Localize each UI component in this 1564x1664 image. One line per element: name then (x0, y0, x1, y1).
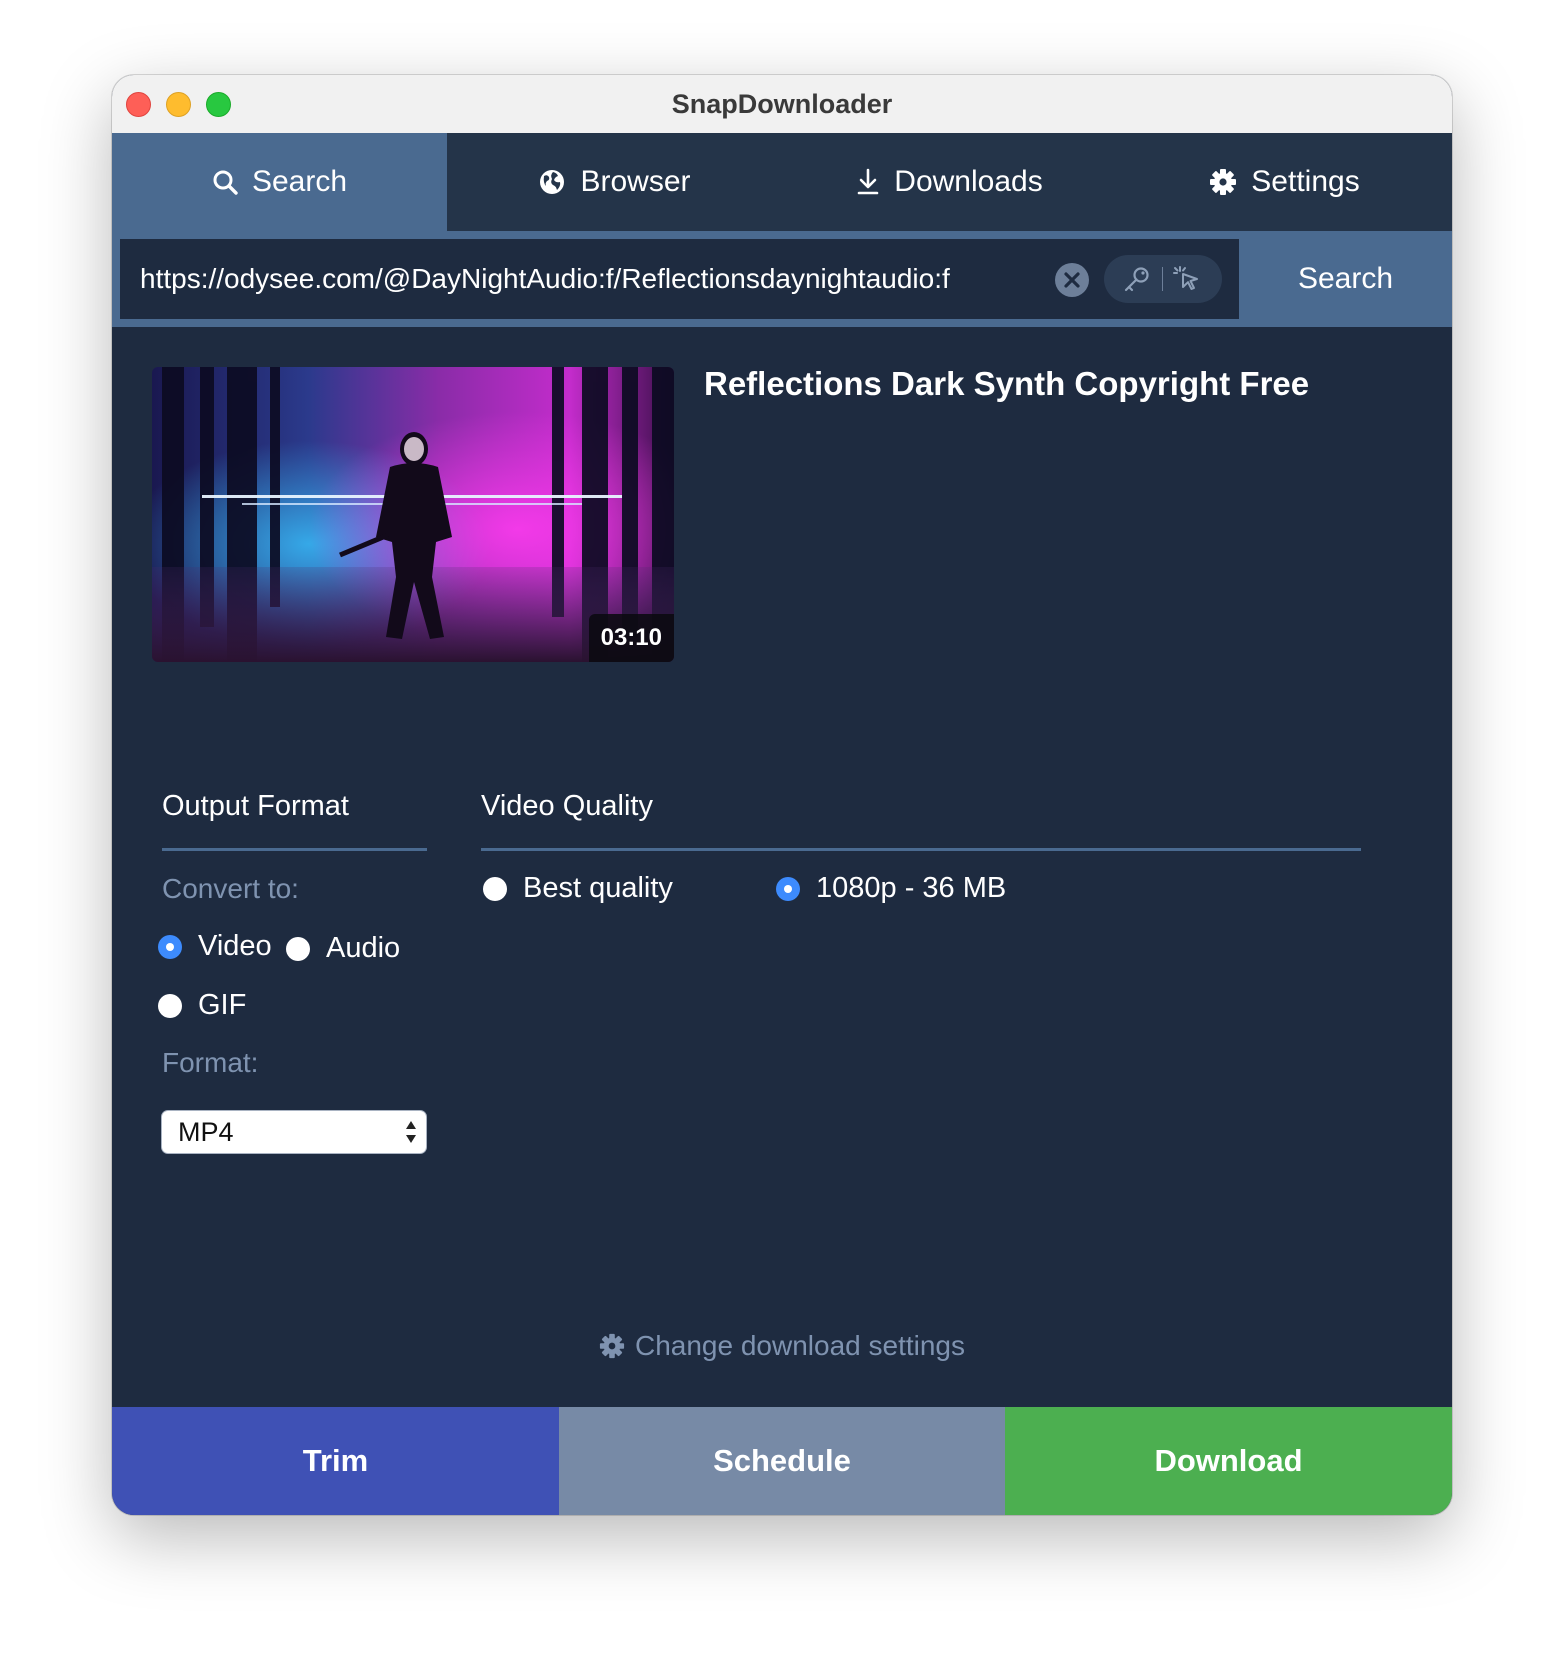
radio-audio-label: Audio (326, 932, 401, 964)
video-duration: 03:10 (588, 614, 674, 662)
radio-audio-indicator (286, 936, 310, 961)
action-bar: Trim Schedule Download (112, 1407, 1452, 1515)
tab-search[interactable]: Search (112, 133, 447, 231)
title-bar: SnapDownloader (112, 75, 1452, 134)
app-window: SnapDownloader Search Browser Downloads … (112, 75, 1452, 1515)
globe-icon (540, 170, 565, 194)
url-input[interactable]: https://odysee.com/@DayNightAudio:f/Refl… (120, 239, 1239, 319)
change-download-settings-label: Change download settings (634, 1330, 965, 1361)
tab-browser-label: Browser (580, 165, 691, 198)
search-icon (213, 170, 238, 195)
format-select-value: MP4 (178, 1117, 234, 1147)
format-select[interactable]: MP4 (161, 1110, 427, 1154)
convert-to-label: Convert to: (162, 873, 299, 904)
main-tabs: Search Browser Downloads Settings (112, 133, 1452, 231)
window-title: SnapDownloader (671, 89, 893, 119)
output-format-underline (162, 848, 427, 851)
close-icon (1064, 272, 1080, 288)
change-download-settings-link[interactable]: Change download settings (112, 1330, 1452, 1362)
radio-gif-label: GIF (198, 989, 247, 1021)
radio-best-quality[interactable]: Best quality (483, 872, 673, 905)
select-arrows-icon (406, 1121, 416, 1143)
clear-url-button[interactable] (1055, 263, 1089, 297)
radio-1080p-label: 1080p - 36 MB (816, 872, 1007, 904)
gear-icon (1210, 169, 1237, 195)
gear-icon (599, 1333, 625, 1359)
radio-video-indicator (158, 934, 182, 959)
tab-downloads-label: Downloads (894, 165, 1043, 198)
url-input-value: https://odysee.com/@DayNightAudio:f/Refl… (140, 263, 950, 294)
tab-settings-label: Settings (1251, 165, 1360, 198)
url-tools (1104, 255, 1222, 303)
radio-gif[interactable]: GIF (158, 989, 246, 1022)
video-quality-underline (481, 848, 1361, 851)
radio-gif-indicator (158, 993, 182, 1018)
trim-button[interactable]: Trim (112, 1407, 559, 1515)
cursor-click-icon[interactable] (1172, 265, 1202, 293)
radio-best-quality-label: Best quality (523, 872, 673, 904)
schedule-button[interactable]: Schedule (559, 1407, 1005, 1515)
radio-video[interactable]: Video (158, 930, 272, 963)
radio-video-label: Video (198, 930, 272, 962)
output-format-heading: Output Format (162, 790, 349, 822)
tab-search-label: Search (251, 165, 348, 198)
radio-best-quality-indicator (483, 876, 507, 901)
search-button[interactable]: Search (1239, 231, 1452, 327)
download-button[interactable]: Download (1005, 1407, 1452, 1515)
tab-downloads[interactable]: Downloads (782, 133, 1117, 231)
video-thumbnail: 03:10 (152, 367, 674, 662)
tab-browser[interactable]: Browser (447, 133, 782, 231)
tools-divider (1162, 267, 1163, 291)
format-label: Format: (162, 1047, 259, 1078)
download-icon (857, 168, 879, 195)
search-bar: https://odysee.com/@DayNightAudio:f/Refl… (112, 231, 1452, 327)
radio-1080p[interactable]: 1080p - 36 MB (776, 872, 1006, 905)
video-quality-heading: Video Quality (481, 790, 653, 822)
radio-1080p-indicator (776, 876, 800, 901)
tab-settings[interactable]: Settings (1117, 133, 1452, 231)
key-icon[interactable] (1122, 265, 1152, 293)
radio-audio[interactable]: Audio (286, 932, 400, 965)
video-title: Reflections Dark Synth Copyright Free (704, 365, 1310, 402)
